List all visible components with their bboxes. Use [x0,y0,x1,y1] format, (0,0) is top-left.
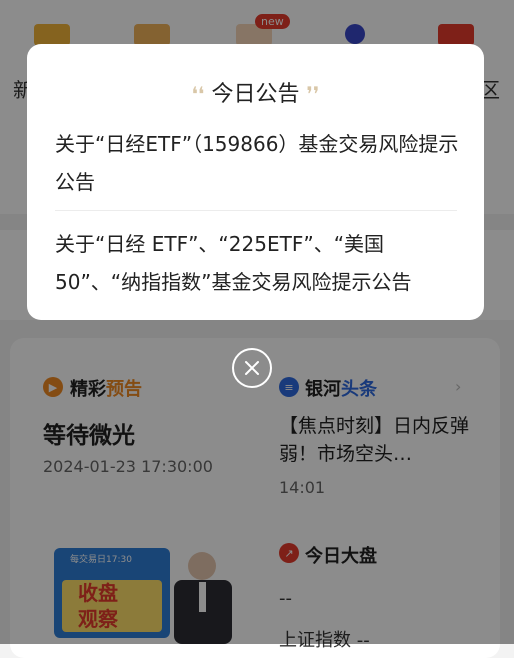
modal-title: ❛❛ 今日公告 ❜❜ [27,76,484,108]
modal-title-text: 今日公告 [211,82,300,107]
announcement-modal: ❛❛ 今日公告 ❜❜ 关于“日经ETF”（159866）基金交易风险提示公告 关… [27,44,484,320]
notice-item[interactable]: 关于“日经 ETF”、“225ETF”、“美国50”、“纳指指数”基金交易风险提… [55,225,460,301]
close-icon [245,361,259,375]
notice-item[interactable]: 关于“日经ETF”（159866）基金交易风险提示公告 [55,125,460,201]
quote-left-icon: ❛❛ [191,82,205,106]
notice-divider [55,210,457,211]
quote-right-icon: ❜❜ [306,82,320,106]
close-button[interactable] [232,348,272,388]
